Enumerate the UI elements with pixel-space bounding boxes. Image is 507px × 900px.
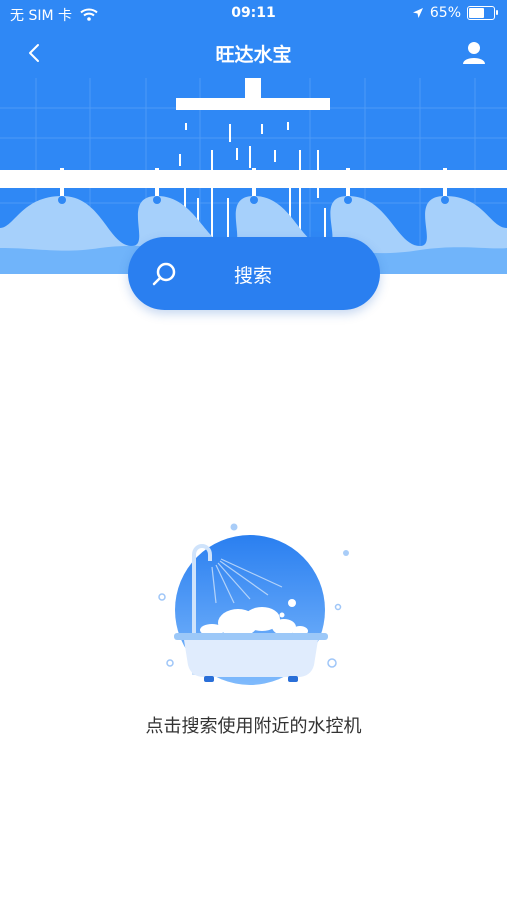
empty-state-hint: 点击搜索使用附近的水控机 xyxy=(145,716,362,737)
search-icon xyxy=(152,262,176,286)
page-title: 旺达水宝 xyxy=(215,44,292,66)
search-button[interactable]: 搜索 xyxy=(128,237,380,310)
battery-percent: 65% xyxy=(429,5,461,21)
bathtub-illustration xyxy=(158,523,349,685)
tub-body xyxy=(184,640,318,677)
nav-bar: 旺达水宝 xyxy=(0,28,507,78)
tub-rim xyxy=(174,633,328,640)
user-icon[interactable] xyxy=(459,38,489,68)
location-icon xyxy=(412,8,423,18)
search-label: 搜索 xyxy=(234,265,273,287)
battery-icon xyxy=(467,6,498,20)
status-right: 65% xyxy=(412,5,498,21)
status-bar: 无 SIM 卡 09:11 65% xyxy=(0,0,507,28)
battery-fill xyxy=(469,8,484,18)
